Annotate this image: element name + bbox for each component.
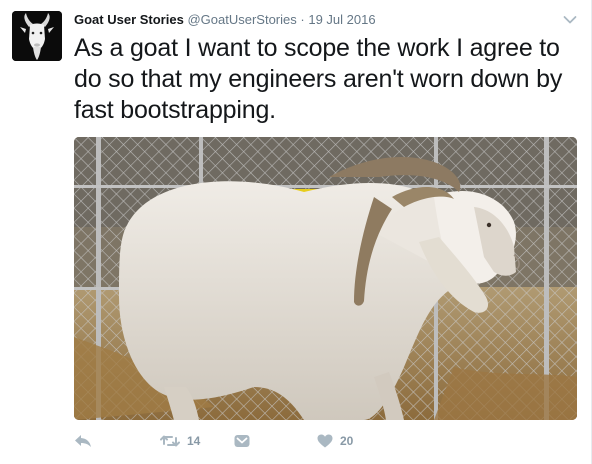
retweet-count: 14 xyxy=(187,434,201,448)
direct-message-button[interactable] xyxy=(234,430,250,452)
avatar[interactable] xyxy=(12,11,62,61)
retweet-icon xyxy=(160,435,180,447)
reply-icon xyxy=(75,435,91,447)
display-name[interactable]: Goat User Stories xyxy=(74,12,184,27)
chevron-down-icon[interactable] xyxy=(563,12,577,24)
retweet-button[interactable]: 14 xyxy=(160,430,200,452)
tweet-text: As a goat I want to scope the work I agr… xyxy=(74,34,563,124)
tweet-actions: 14 20 xyxy=(74,430,574,452)
direct-message-icon xyxy=(234,435,250,447)
reply-button[interactable] xyxy=(74,430,92,452)
user-handle[interactable]: @GoatUserStories xyxy=(187,12,296,27)
separator-dot: · xyxy=(300,12,305,27)
goat-photo xyxy=(74,137,577,420)
tweet-date[interactable]: 19 Jul 2016 xyxy=(308,12,375,27)
tweet-header: Goat User Stories @GoatUserStories · 19 … xyxy=(74,11,376,29)
heart-icon xyxy=(317,434,333,448)
tweet-card: Goat User Stories @GoatUserStories · 19 … xyxy=(0,0,592,464)
like-count: 20 xyxy=(340,434,354,448)
goat-head-icon xyxy=(12,11,62,61)
like-button[interactable]: 20 xyxy=(317,430,353,452)
tweet-photo[interactable] xyxy=(74,137,577,420)
